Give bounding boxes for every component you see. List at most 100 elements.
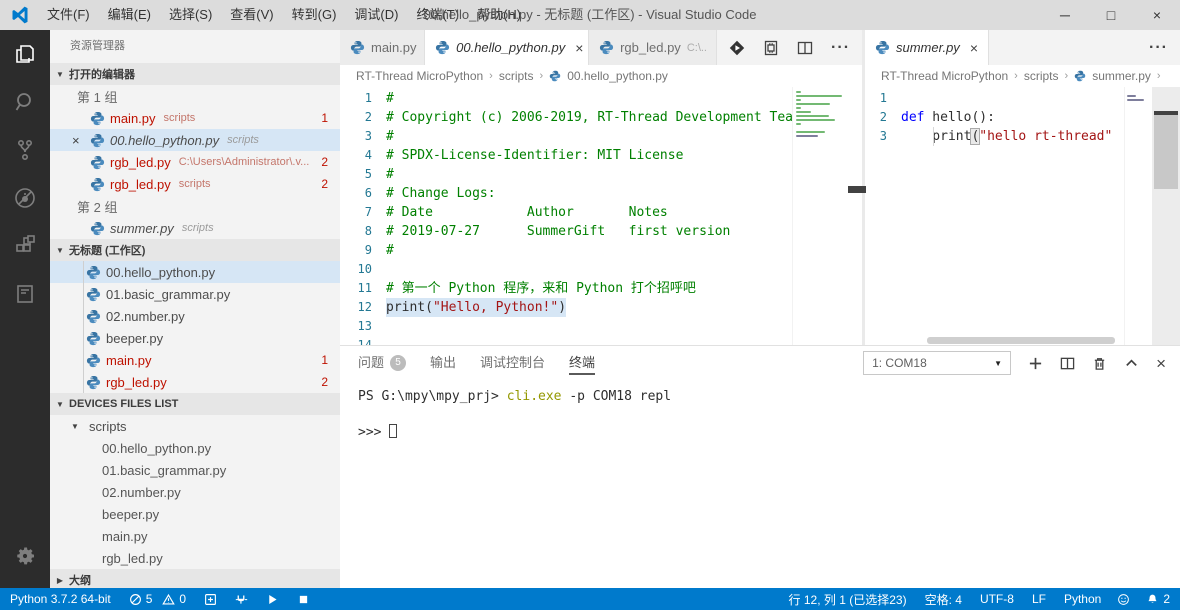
sash-handle[interactable] — [848, 186, 866, 193]
python-file-icon — [90, 177, 105, 192]
micropython-docs-icon[interactable] — [0, 270, 50, 318]
terminal-output[interactable]: PS G:\mpy\mpy_prj> cli.exe -p COM18 repl… — [340, 380, 1180, 588]
close-icon[interactable]: × — [575, 40, 583, 56]
open-editor-item[interactable]: ×00.hello_python.pyscripts — [50, 129, 340, 151]
plug-icon[interactable] — [235, 593, 248, 606]
device-file-item[interactable]: beeper.py — [50, 503, 340, 525]
panel-header: 问题5 输出调试控制台终端 1: COM18 ▼ — [340, 346, 1180, 380]
section-open-editors[interactable]: ▼ 打开的编辑器 — [50, 63, 340, 85]
minimize-button[interactable]: ─ — [1042, 0, 1088, 30]
device-file-item[interactable]: 01.basic_grammar.py — [50, 459, 340, 481]
open-editor-item[interactable]: main.pyscripts1 — [50, 107, 340, 129]
indent-guide — [933, 127, 934, 146]
source-control-icon[interactable] — [0, 126, 50, 174]
play-icon[interactable] — [266, 593, 279, 606]
section-workspace[interactable]: ▼ 无标题 (工作区) — [50, 239, 340, 261]
menu-d[interactable]: 调试(D) — [345, 0, 407, 30]
split-terminal-icon[interactable] — [1060, 356, 1075, 371]
workspace-file-item[interactable]: 00.hello_python.py — [50, 261, 340, 283]
menu-v[interactable]: 查看(V) — [221, 0, 282, 30]
workspace-file-item[interactable]: 01.basic_grammar.py — [50, 283, 340, 305]
more-actions-icon[interactable]: ··· — [1149, 40, 1168, 56]
terminal-cursor — [389, 424, 397, 438]
status-item[interactable]: Python — [1064, 592, 1101, 606]
menu-g[interactable]: 转到(G) — [283, 0, 346, 30]
workspace-file-item[interactable]: beeper.py — [50, 327, 340, 349]
panel-tab-问题[interactable]: 问题5 — [358, 346, 406, 380]
breadcrumb-item[interactable]: summer.py — [1092, 69, 1151, 83]
breadcrumb-item[interactable]: scripts — [1024, 69, 1059, 83]
code-line: 5# — [340, 165, 862, 184]
more-actions-icon[interactable]: ··· — [831, 40, 850, 56]
feedback-smiley-icon[interactable] — [1117, 593, 1130, 606]
problems-status[interactable]: 5 0 — [129, 592, 186, 606]
breadcrumb-left[interactable]: RT-Thread MicroPython›scripts›00.hello_p… — [340, 65, 862, 87]
breadcrumb-item[interactable]: 00.hello_python.py — [567, 69, 668, 83]
settings-gear-icon[interactable] — [0, 532, 50, 580]
stop-icon[interactable] — [297, 593, 310, 606]
status-item[interactable]: 行 12, 列 1 (已选择23) — [789, 591, 907, 608]
close-button[interactable]: × — [1134, 0, 1180, 30]
section-outline[interactable]: ▶ 大纲 — [50, 569, 340, 588]
split-editor-icon[interactable] — [797, 40, 813, 56]
breadcrumb-right[interactable]: RT-Thread MicroPython›scripts›summer.py› — [865, 65, 1180, 87]
run-python-icon[interactable] — [729, 40, 745, 56]
menu-f[interactable]: 文件(F) — [38, 0, 99, 30]
status-item[interactable]: LF — [1032, 592, 1046, 606]
tab-00.hello_python.py[interactable]: 00.hello_python.py× — [425, 30, 589, 65]
panel-tab-调试控制台[interactable]: 调试控制台 — [480, 346, 545, 380]
status-item[interactable]: UTF-8 — [980, 592, 1014, 606]
status-right-items: 行 12, 列 1 (已选择23) 空格: 4 UTF-8 LF Python — [789, 591, 1102, 608]
device-file-item[interactable]: rgb_led.py — [50, 547, 340, 569]
close-panel-icon[interactable]: × — [1156, 355, 1166, 372]
search-icon[interactable] — [0, 78, 50, 126]
close-icon[interactable]: × — [72, 133, 90, 148]
horizontal-scrollbar-right[interactable] — [927, 337, 1115, 344]
breadcrumb-item[interactable]: scripts — [499, 69, 534, 83]
tab-summer.py[interactable]: summer.py× — [865, 30, 989, 65]
open-editor-item[interactable]: rgb_led.pyscripts2 — [50, 173, 340, 195]
editor-group-right: summer.py×··· RT-Thread MicroPython›scri… — [865, 30, 1180, 345]
explorer-icon[interactable] — [0, 30, 50, 78]
menu-e[interactable]: 编辑(E) — [99, 0, 160, 30]
new-terminal-icon[interactable] — [1028, 356, 1043, 371]
open-editor-item[interactable]: summer.pyscripts — [50, 217, 340, 239]
vertical-scrollbar-left[interactable] — [848, 87, 862, 345]
scrollbar-thumb[interactable] — [1154, 111, 1178, 189]
device-file-item[interactable]: 00.hello_python.py — [50, 437, 340, 459]
breadcrumb-item[interactable]: RT-Thread MicroPython — [356, 69, 483, 83]
maximize-panel-icon[interactable] — [1124, 356, 1139, 371]
code-editor-left[interactable]: 1#2# Copyright (c) 2006-2019, RT-Thread … — [340, 87, 862, 345]
debug-disabled-icon[interactable] — [0, 174, 50, 222]
device-sync-icon[interactable] — [763, 40, 779, 56]
workspace-file-item[interactable]: main.py1 — [50, 349, 340, 371]
section-devices-files[interactable]: ▼ DEVICES FILES LIST — [50, 393, 340, 415]
activity-bar — [0, 30, 50, 588]
notifications-bell[interactable]: 2 — [1146, 592, 1170, 606]
tab-main.py[interactable]: main.py — [340, 30, 425, 65]
terminal-select[interactable]: 1: COM18 ▼ — [863, 351, 1011, 375]
maximize-button[interactable]: □ — [1088, 0, 1134, 30]
extensions-icon[interactable] — [0, 222, 50, 270]
menu-s[interactable]: 选择(S) — [160, 0, 221, 30]
code-line: 6# Change Logs: — [340, 184, 862, 203]
minimap-right[interactable] — [1124, 87, 1152, 345]
status-item[interactable]: 空格: 4 — [925, 591, 962, 608]
minimap-left[interactable] — [792, 87, 848, 345]
open-editor-item[interactable]: rgb_led.pyC:\Users\Administrator\.v...2 — [50, 151, 340, 173]
code-editor-right[interactable]: 12def hello():3 print("hello rt-thread" — [865, 87, 1180, 345]
download-box-icon[interactable] — [204, 593, 217, 606]
devices-folder-scripts[interactable]: ▼ scripts — [50, 415, 340, 437]
close-icon[interactable]: × — [970, 40, 978, 56]
python-interpreter-status[interactable]: Python 3.7.2 64-bit — [10, 592, 111, 606]
workspace-file-item[interactable]: rgb_led.py2 — [50, 371, 340, 393]
panel-tab-输出[interactable]: 输出 — [430, 346, 456, 380]
panel-tab-终端[interactable]: 终端 — [569, 346, 595, 380]
vertical-scrollbar-right[interactable] — [1152, 87, 1180, 345]
workspace-file-item[interactable]: 02.number.py — [50, 305, 340, 327]
kill-terminal-icon[interactable] — [1092, 356, 1107, 371]
breadcrumb-item[interactable]: RT-Thread MicroPython — [881, 69, 1008, 83]
device-file-item[interactable]: main.py — [50, 525, 340, 547]
device-file-item[interactable]: 02.number.py — [50, 481, 340, 503]
tab-rgb_led.py[interactable]: rgb_led.pyC:\... — [589, 30, 717, 65]
